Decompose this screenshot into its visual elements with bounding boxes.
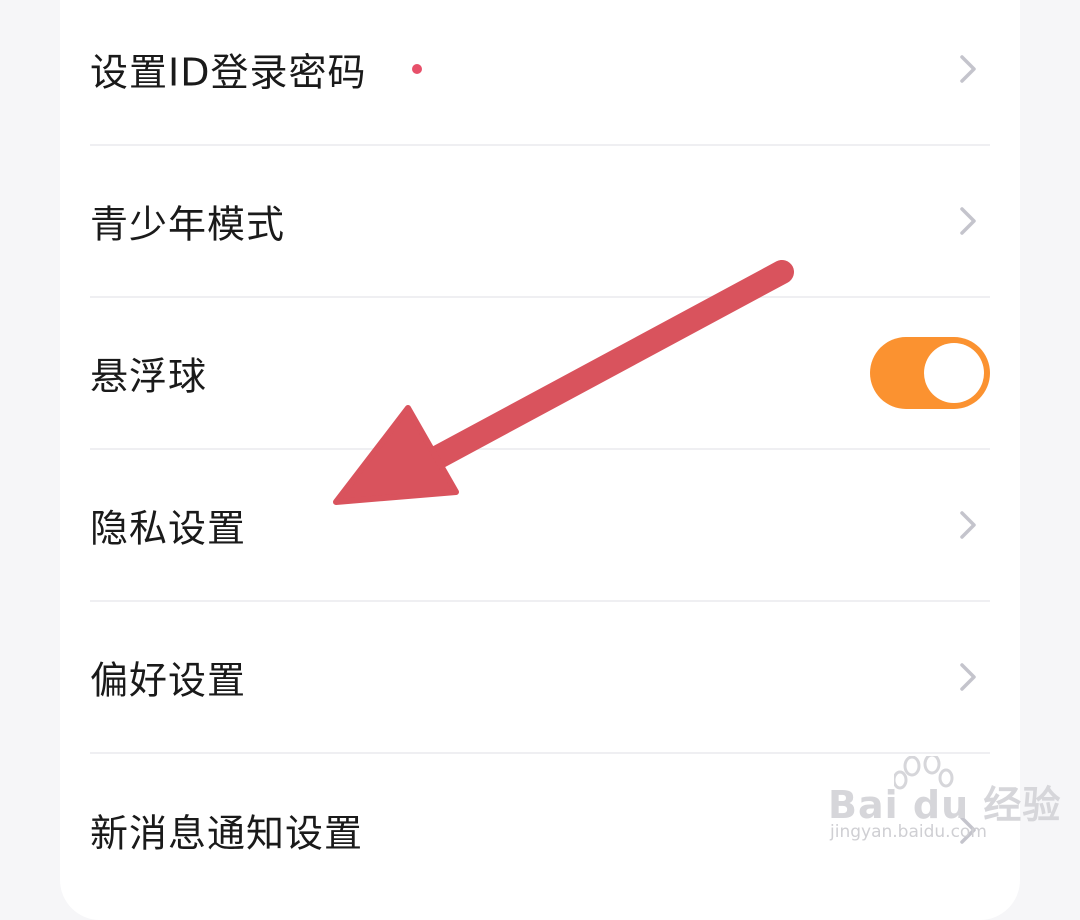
settings-item-floating-ball: 悬浮球 bbox=[90, 298, 990, 450]
red-dot-badge bbox=[412, 64, 422, 74]
settings-item-label: 悬浮球 bbox=[90, 354, 208, 399]
settings-item-label: 偏好设置 bbox=[90, 658, 247, 703]
settings-item-teen-mode[interactable]: 青少年模式 bbox=[90, 146, 990, 298]
chevron-right-icon bbox=[960, 207, 976, 235]
settings-item-privacy[interactable]: 隐私设置 bbox=[90, 450, 990, 602]
toggle-knob bbox=[924, 343, 984, 403]
chevron-right-icon bbox=[960, 511, 976, 539]
settings-item-label: 新消息通知设置 bbox=[90, 811, 364, 856]
chevron-right-icon bbox=[960, 663, 976, 691]
baidu-jingyan-watermark: Bai du 经验 jingyan.baidu.com bbox=[828, 756, 1060, 856]
watermark-brand: Bai du 经验 bbox=[828, 783, 1062, 827]
settings-item-preferences[interactable]: 偏好设置 bbox=[90, 602, 990, 754]
floating-ball-toggle[interactable] bbox=[870, 337, 990, 409]
chevron-right-icon bbox=[960, 55, 976, 83]
settings-item-set-id-password[interactable]: 设置ID登录密码 bbox=[90, 0, 990, 146]
settings-item-label: 隐私设置 bbox=[90, 506, 247, 551]
watermark-url: jingyan.baidu.com bbox=[830, 822, 987, 842]
settings-item-label: 设置ID登录密码 bbox=[90, 50, 367, 95]
settings-item-label: 青少年模式 bbox=[90, 202, 286, 247]
